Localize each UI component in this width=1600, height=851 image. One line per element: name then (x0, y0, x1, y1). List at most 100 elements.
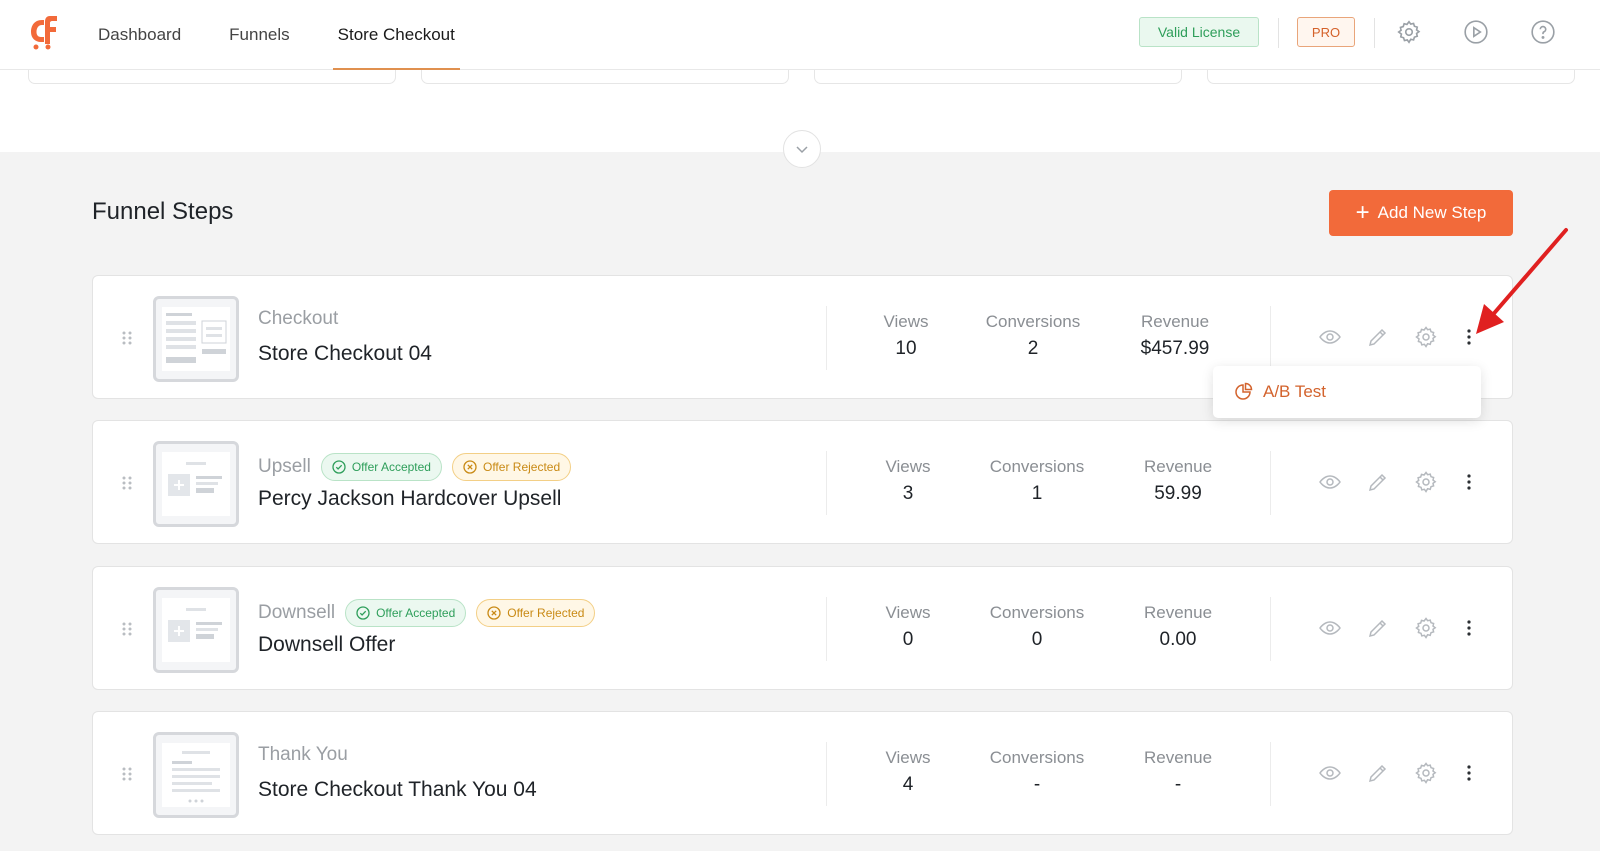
gear-icon[interactable] (1414, 616, 1438, 640)
drag-handle-icon[interactable] (121, 330, 133, 346)
plus-icon: + (1355, 199, 1370, 226)
tag-label: Offer Accepted (351, 460, 431, 474)
metric-value: 4 (902, 774, 914, 795)
nav-dashboard[interactable]: Dashboard (98, 0, 181, 70)
offer-accepted-tag[interactable]: Offer Accepted (345, 599, 467, 627)
tag-label: Offer Rejected (507, 606, 585, 620)
revenue-metric: Revenue 0.00 (1144, 603, 1212, 651)
card-divider (1270, 306, 1271, 370)
eye-icon[interactable] (1318, 616, 1342, 640)
pencil-icon[interactable] (1366, 470, 1390, 494)
revenue-metric: Revenue $457.99 (1141, 312, 1210, 360)
nav-funnels[interactable]: Funnels (229, 0, 289, 70)
pencil-icon[interactable] (1366, 325, 1390, 349)
gear-icon[interactable] (1414, 325, 1438, 349)
eye-icon[interactable] (1318, 470, 1342, 494)
drag-handle-icon[interactable] (121, 475, 133, 491)
metric-value: 2 (1027, 338, 1039, 359)
step-type-label: Downsell Offer Accepted Offer Rejected (258, 599, 596, 627)
expand-stats-button[interactable] (783, 130, 821, 168)
metric-value: 0.00 (1159, 629, 1197, 650)
nav-store-checkout[interactable]: Store Checkout (332, 0, 461, 70)
pencil-icon[interactable] (1366, 761, 1390, 785)
add-new-step-label: Add New Step (1377, 203, 1487, 222)
main-nav: Dashboard Funnels Store Checkout (98, 0, 503, 70)
metric-label: Conversions (989, 748, 1085, 767)
metric-value: 59.99 (1154, 483, 1202, 504)
step-type-label: Thank You (258, 744, 348, 766)
card-divider (1270, 742, 1271, 806)
metric-label: Revenue (1143, 457, 1213, 476)
metric-label: Views (885, 748, 931, 767)
more-vertical-icon[interactable] (1457, 470, 1481, 494)
step-type-text: Thank You (258, 744, 348, 765)
gear-icon[interactable] (1414, 470, 1438, 494)
cartflows-logo[interactable] (28, 14, 64, 50)
step-type-label: Checkout (258, 308, 338, 330)
metric-label: Revenue (1140, 312, 1210, 331)
metric-label: Conversions (985, 312, 1081, 331)
step-type-text: Upsell (258, 456, 311, 477)
eye-icon[interactable] (1318, 761, 1342, 785)
offer-accepted-tag[interactable]: Offer Accepted (320, 453, 442, 481)
metric-value: $457.99 (1140, 338, 1210, 359)
metric-value: 0 (1031, 629, 1043, 650)
tag-label: Offer Rejected (482, 460, 561, 474)
license-status-badge: Valid License (1139, 17, 1259, 47)
step-name[interactable]: Percy Jackson Hardcover Upsell (258, 487, 561, 511)
x-circle-icon (487, 606, 501, 620)
step-type-text: Downsell (258, 602, 336, 623)
step-thumbnail[interactable] (153, 587, 239, 673)
metric-value: 1 (1031, 483, 1043, 504)
ab-test-menu-item[interactable]: A/B Test (1263, 382, 1326, 402)
gear-icon[interactable] (1414, 761, 1438, 785)
card-divider (826, 597, 827, 661)
pencil-icon[interactable] (1366, 616, 1390, 640)
conversions-metric: Conversions 0 (990, 603, 1085, 651)
metric-value: - (1174, 774, 1182, 795)
step-thumbnail[interactable] (153, 732, 239, 818)
drag-handle-icon[interactable] (121, 621, 133, 637)
check-circle-icon (356, 606, 370, 620)
metric-label: Revenue (1143, 748, 1213, 767)
step-thumbnail[interactable] (153, 441, 239, 527)
views-metric: Views 0 (885, 603, 930, 651)
card-divider (1270, 451, 1271, 515)
chevron-down-icon (796, 146, 808, 154)
metric-label: Views (885, 603, 931, 622)
drag-handle-icon[interactable] (121, 766, 133, 782)
metric-label: Conversions (989, 603, 1085, 622)
funnel-step-card: Thank You Store Checkout Thank You 04 Vi… (92, 711, 1513, 835)
header-divider (1278, 18, 1279, 48)
eye-icon[interactable] (1318, 325, 1342, 349)
play-icon[interactable] (1463, 19, 1489, 45)
step-name[interactable]: Downsell Offer (258, 633, 395, 657)
step-name[interactable]: Store Checkout 04 (258, 342, 432, 366)
metric-value: 3 (902, 483, 914, 504)
metric-value: 0 (902, 629, 914, 650)
x-circle-icon (463, 460, 477, 474)
gear-icon[interactable] (1396, 19, 1422, 45)
step-options-dropdown[interactable]: A/B Test (1213, 366, 1481, 418)
tag-label: Offer Accepted (376, 606, 456, 620)
funnel-step-card: Downsell Offer Accepted Offer Rejected D… (92, 566, 1513, 690)
card-divider (826, 742, 827, 806)
views-metric: Views 10 (883, 312, 928, 360)
top-navigation-bar: Dashboard Funnels Store Checkout Valid L… (0, 0, 1600, 70)
offer-rejected-tag[interactable]: Offer Rejected (451, 453, 572, 481)
more-vertical-icon[interactable] (1457, 616, 1481, 640)
step-type-text: Checkout (258, 308, 339, 329)
help-icon[interactable] (1530, 19, 1556, 45)
header-divider (1374, 18, 1375, 48)
step-thumbnail[interactable] (153, 296, 239, 382)
step-name[interactable]: Store Checkout Thank You 04 (258, 778, 537, 802)
card-divider (826, 451, 827, 515)
revenue-metric: Revenue 59.99 (1144, 457, 1212, 505)
metric-label: Revenue (1143, 603, 1213, 622)
offer-rejected-tag[interactable]: Offer Rejected (476, 599, 596, 627)
conversions-metric: Conversions 2 (986, 312, 1081, 360)
conversions-metric: Conversions - (990, 748, 1085, 796)
funnel-step-card: Upsell Offer Accepted Offer Rejected Per… (92, 420, 1513, 544)
views-metric: Views 4 (885, 748, 930, 796)
more-vertical-icon[interactable] (1457, 761, 1481, 785)
